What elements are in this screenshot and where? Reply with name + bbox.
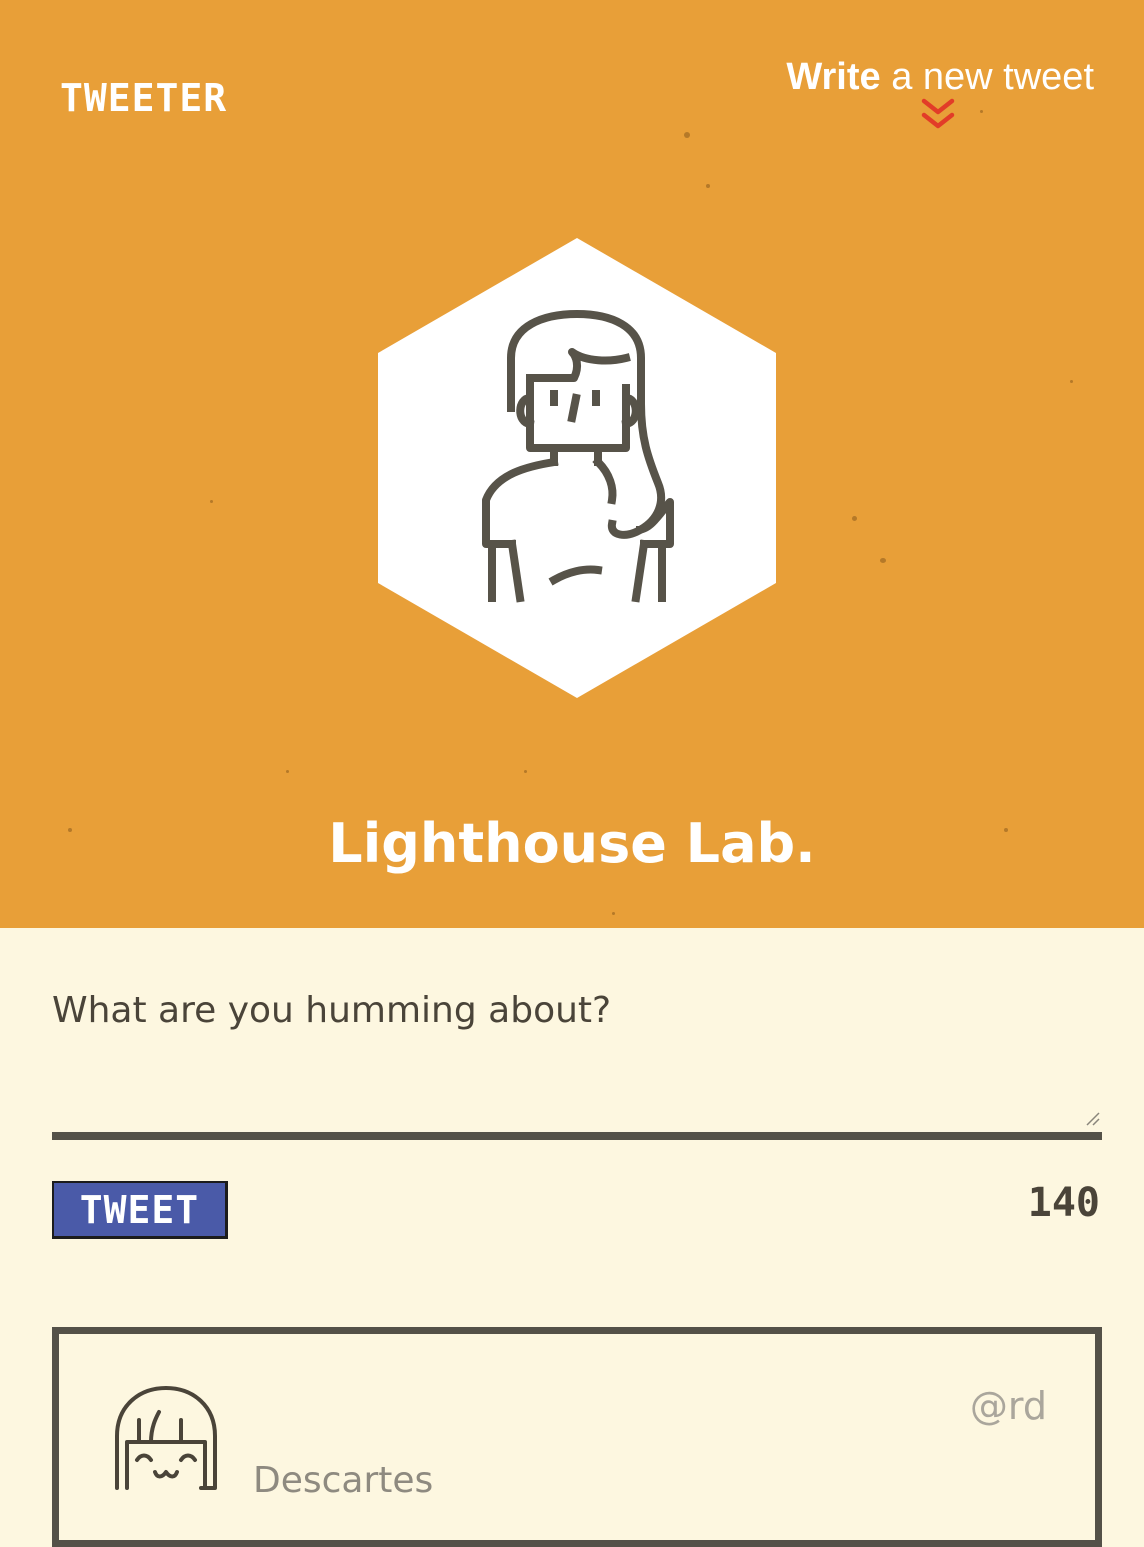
texture-speck xyxy=(524,770,527,773)
texture-speck xyxy=(880,558,886,563)
compose-prompt-label: What are you humming about? xyxy=(52,990,612,1031)
resize-grip-icon[interactable] xyxy=(1084,1110,1100,1126)
compose-toggle[interactable]: Write a new tweet xyxy=(786,56,1094,131)
tweet-text-input[interactable] xyxy=(52,1048,1102,1140)
texture-speck xyxy=(210,500,213,503)
texture-speck xyxy=(706,184,710,188)
texture-speck xyxy=(612,912,615,915)
profile-header: TWEETER Write a new tweet Lighthouse Lab… xyxy=(0,0,1144,928)
texture-speck xyxy=(1070,380,1073,383)
texture-speck xyxy=(286,770,289,773)
profile-name: Lighthouse Lab. xyxy=(328,812,816,875)
character-counter: 140 xyxy=(1027,1180,1100,1226)
compose-toggle-rest: a new tweet xyxy=(880,56,1094,98)
avatar-hexagon-shape xyxy=(378,238,776,698)
tweet-submit-button[interactable]: TWEET xyxy=(52,1181,228,1239)
tweet-card: Descartes @rd xyxy=(52,1327,1102,1547)
profile-avatar xyxy=(378,238,776,698)
texture-speck xyxy=(852,516,857,521)
tweet-author-handle: @rd xyxy=(969,1384,1047,1428)
compose-toggle-label: Write a new tweet xyxy=(786,56,1094,99)
texture-speck xyxy=(684,132,690,138)
double-chevron-down-icon[interactable] xyxy=(920,97,956,131)
smiling-face-avatar-icon xyxy=(115,1386,217,1490)
tweet-author-name: Descartes xyxy=(253,1460,434,1501)
compose-toggle-strong: Write xyxy=(786,56,881,98)
brand-logo-text[interactable]: TWEETER xyxy=(60,76,227,120)
